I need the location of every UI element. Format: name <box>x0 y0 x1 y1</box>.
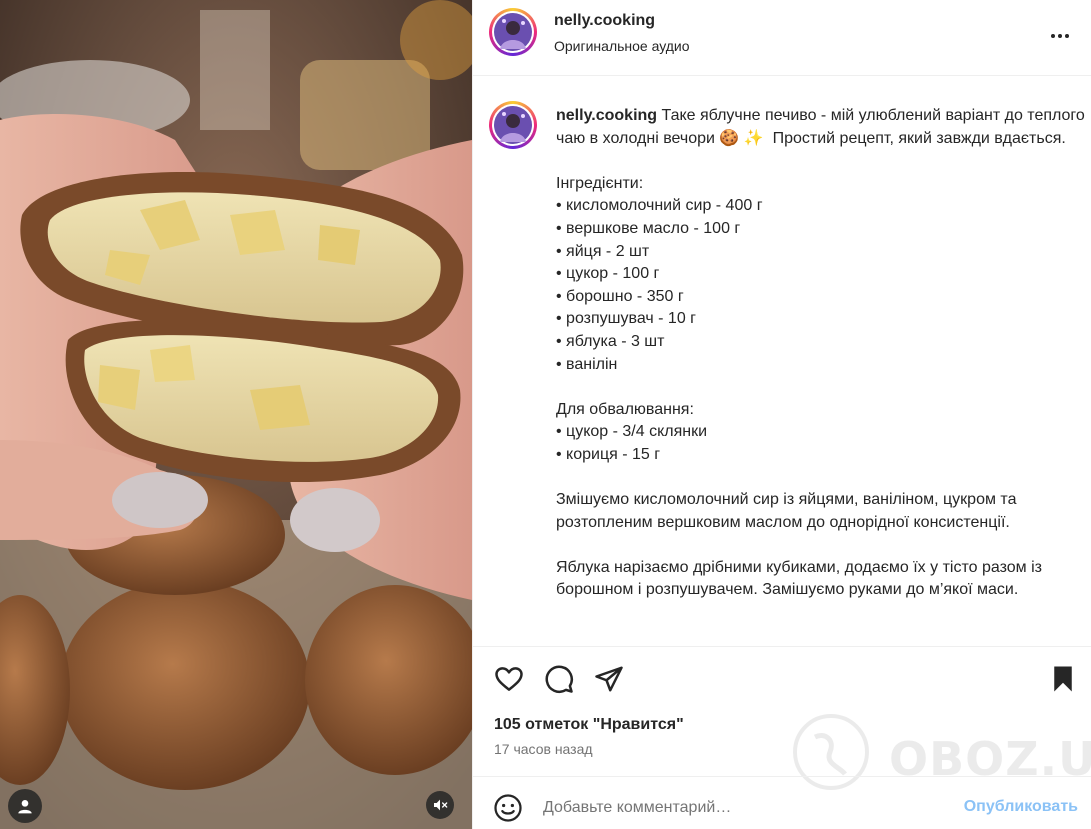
bookmark-icon <box>1054 666 1072 692</box>
cookie-photo <box>0 0 472 829</box>
post-timestamp[interactable]: 17 часов назад <box>494 741 593 757</box>
more-options-button[interactable] <box>1046 22 1074 50</box>
caption-author-avatar[interactable] <box>489 101 537 149</box>
caption-text: nelly.cooking Таке яблучне печиво - мій … <box>556 105 1086 602</box>
save-button[interactable] <box>1047 663 1079 695</box>
caption-username[interactable]: nelly.cooking <box>556 107 657 124</box>
speaker-muted-icon <box>434 799 448 811</box>
emoji-icon <box>494 794 522 822</box>
share-icon <box>595 666 623 692</box>
share-button[interactable] <box>593 663 625 695</box>
post-header: nelly.cooking Оригинальное аудио <box>473 0 1091 76</box>
heart-icon <box>495 667 523 691</box>
emoji-button[interactable] <box>493 793 523 823</box>
comment-icon <box>545 665 573 693</box>
audio-label[interactable]: Оригинальное аудио <box>554 38 690 54</box>
avatar-image <box>494 13 532 51</box>
user-icon <box>18 800 32 814</box>
caption-body: Таке яблучне печиво - мій улюблений варі… <box>556 107 1085 599</box>
post-media[interactable] <box>0 0 472 829</box>
comment-input[interactable] <box>543 799 923 817</box>
avatar-image <box>494 106 532 144</box>
post-side-panel: nelly.cooking Оригинальное аудио nelly.c… <box>472 0 1091 829</box>
like-button[interactable] <box>493 663 525 695</box>
author-username[interactable]: nelly.cooking <box>554 12 655 30</box>
comment-button[interactable] <box>543 663 575 695</box>
comment-bar: Опубликовать <box>473 776 1091 829</box>
more-horizontal-icon <box>1051 34 1069 38</box>
action-bar <box>473 655 1091 705</box>
caption-section: nelly.cooking Таке яблучне печиво - мій … <box>473 77 1091 647</box>
publish-comment-button[interactable]: Опубликовать <box>964 798 1078 816</box>
mute-button[interactable] <box>426 791 454 819</box>
like-count[interactable]: 105 отметок "Нравится" <box>494 716 684 734</box>
author-avatar[interactable] <box>489 8 537 56</box>
user-tag-button[interactable] <box>8 789 42 823</box>
